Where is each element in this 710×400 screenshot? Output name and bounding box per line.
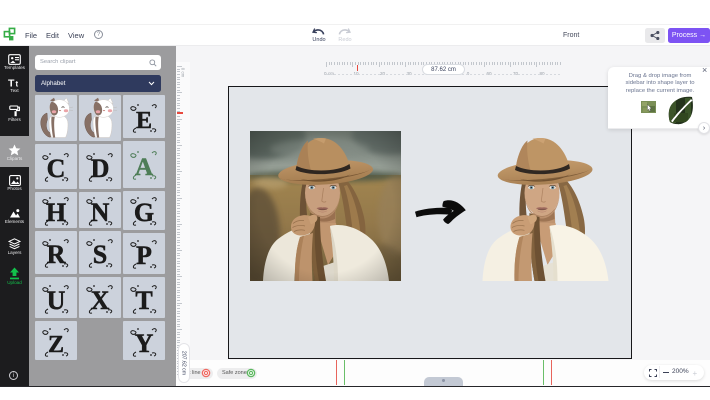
- svg-text:P: P: [136, 241, 152, 270]
- svg-text:S: S: [93, 240, 107, 269]
- svg-text:X: X: [91, 286, 110, 315]
- svg-text:C: C: [47, 154, 66, 183]
- svg-text:T: T: [8, 78, 15, 89]
- svg-text:U: U: [47, 286, 66, 315]
- svg-text:A: A: [135, 154, 153, 181]
- svg-text:D: D: [91, 154, 110, 183]
- svg-text:T: T: [136, 286, 153, 315]
- svg-text:E: E: [136, 108, 152, 134]
- svg-text:H: H: [46, 198, 66, 227]
- svg-text:N: N: [91, 198, 110, 227]
- svg-text:R: R: [47, 240, 66, 269]
- svg-text:Z: Z: [48, 332, 64, 358]
- svg-text:Y: Y: [135, 329, 154, 358]
- svg-text:t: t: [15, 80, 18, 89]
- svg-text:G: G: [134, 198, 154, 227]
